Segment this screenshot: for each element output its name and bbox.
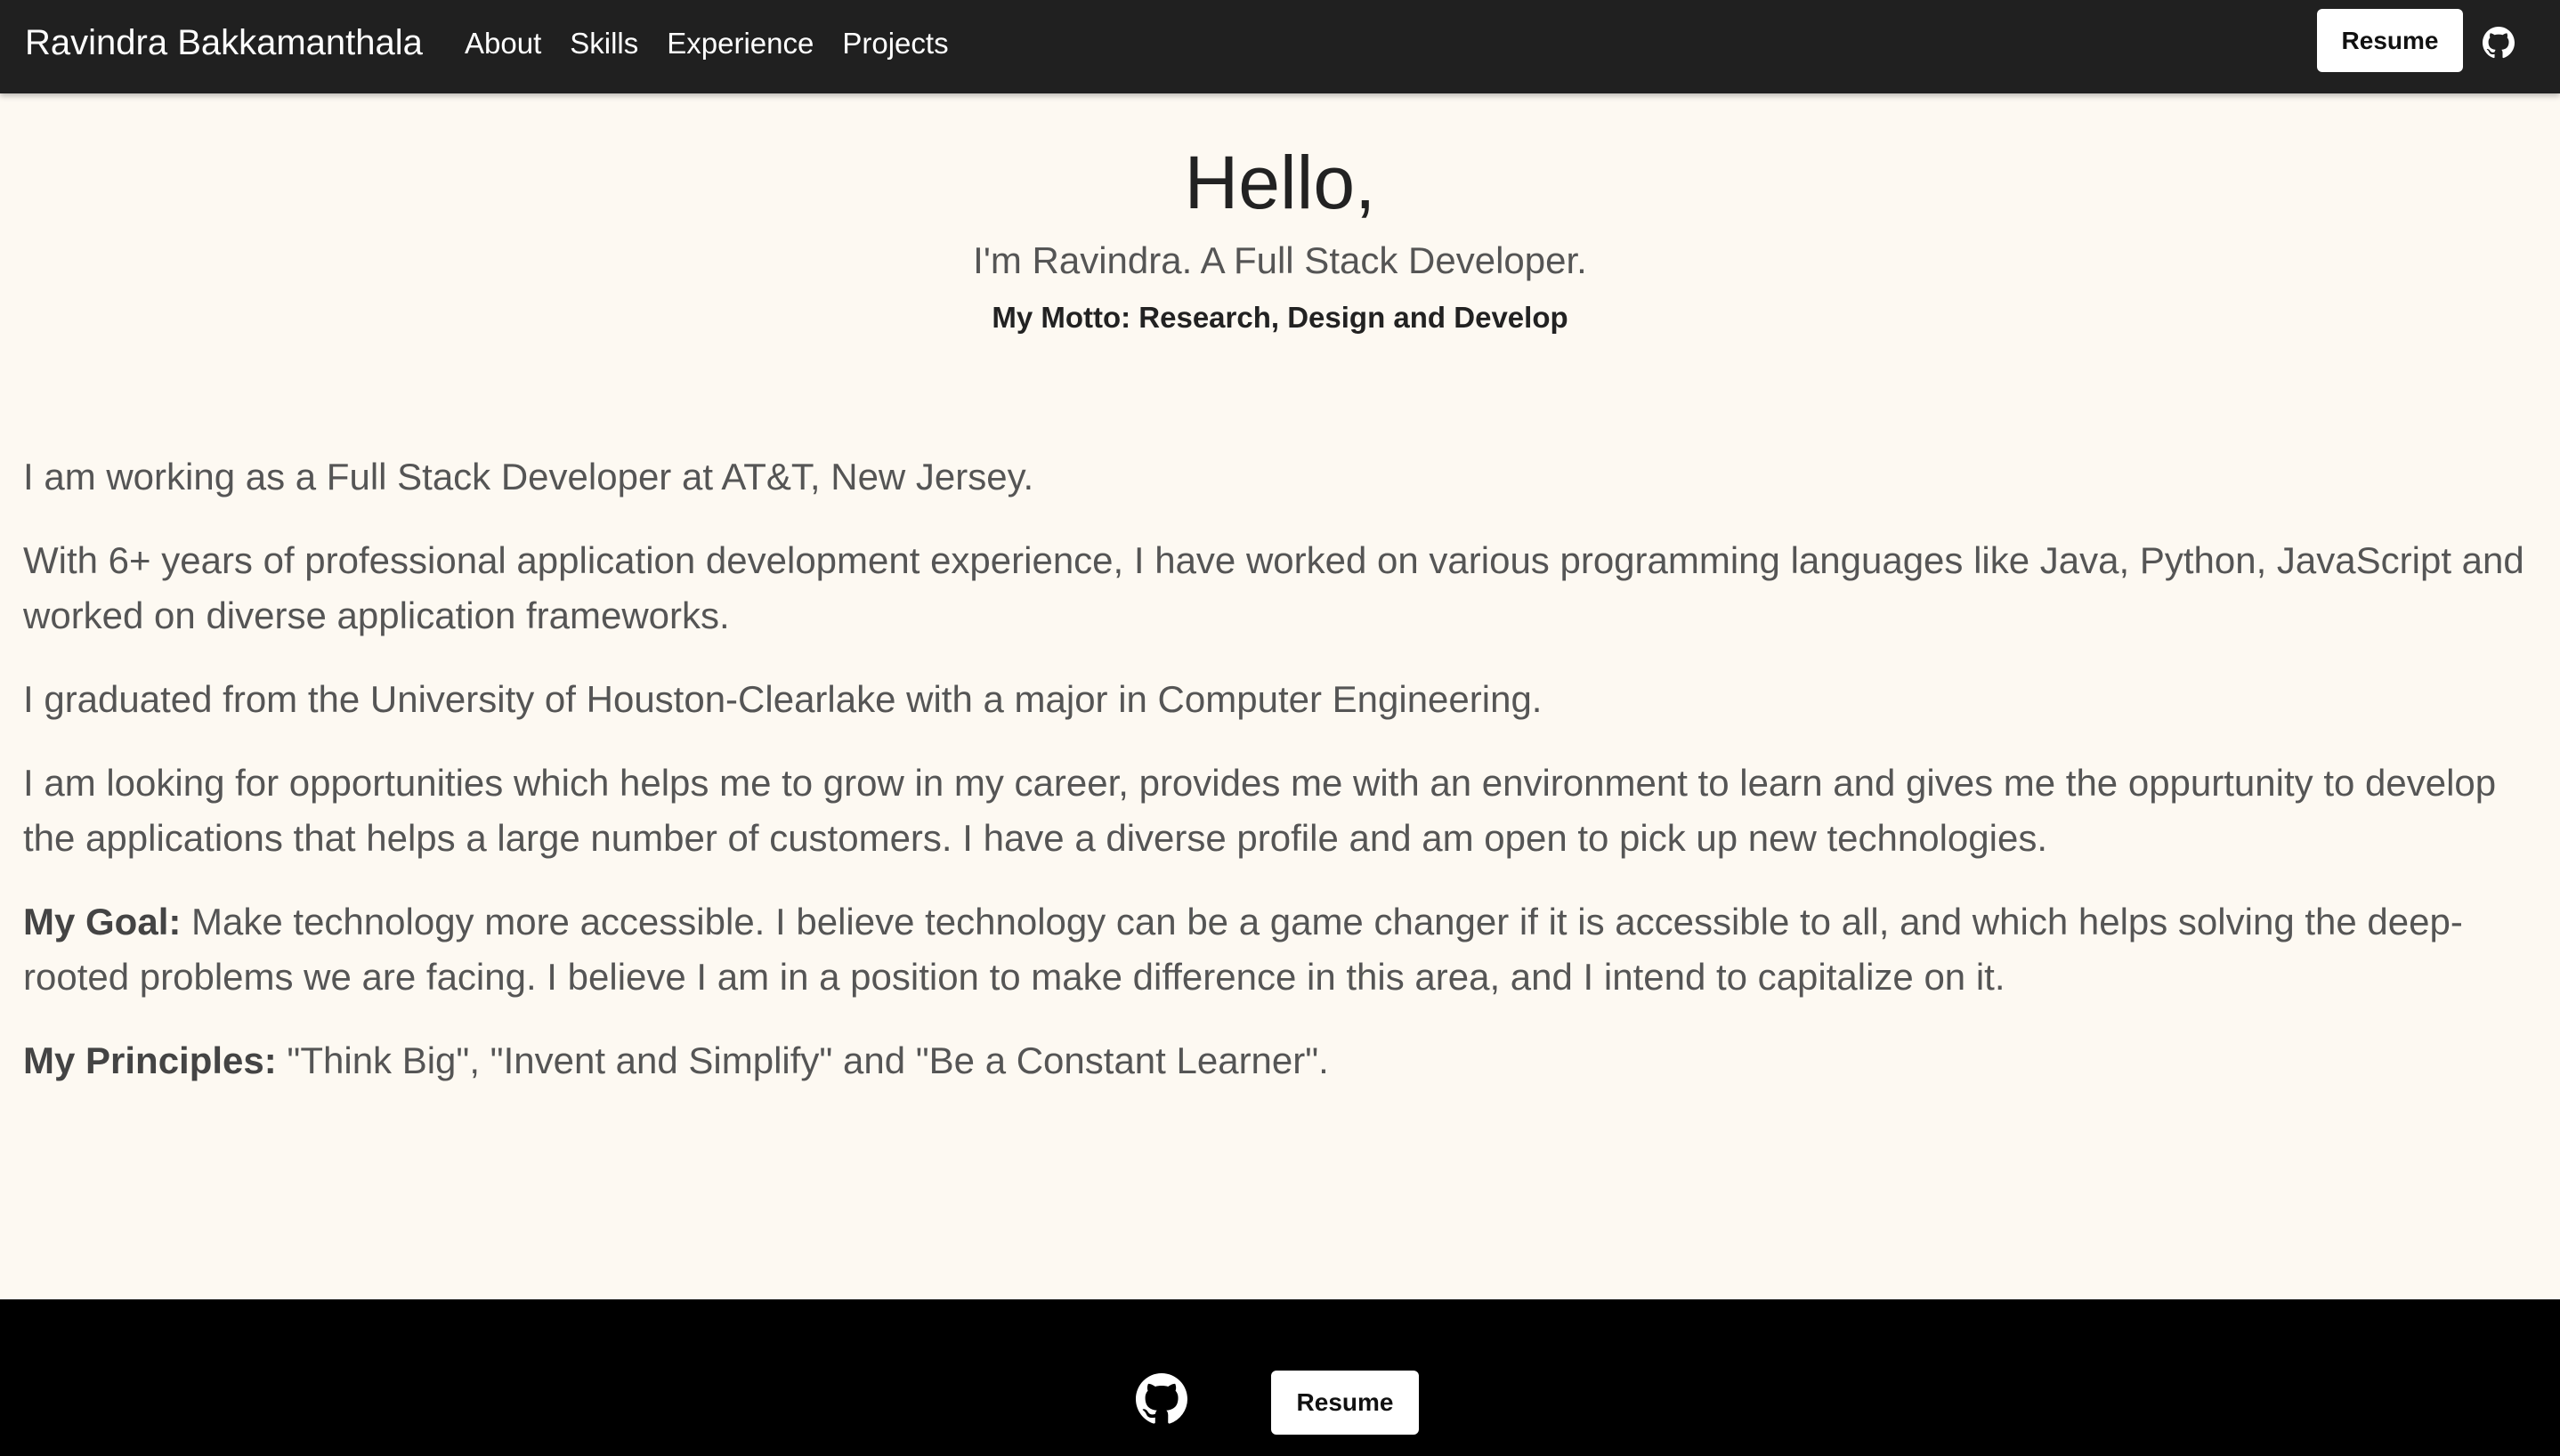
nav-projects[interactable]: Projects (842, 23, 948, 64)
goal-label: My Goal: (23, 901, 182, 942)
goal-text: Make technology more accessible. I belie… (23, 901, 2463, 998)
hero-subtitle: I'm Ravindra. A Full Stack Developer. (973, 239, 1587, 281)
principles-text: "Think Big", "Invent and Simplify" and "… (276, 1039, 1329, 1081)
footer-resume-button[interactable]: Resume (1271, 1371, 1419, 1435)
nav-about[interactable]: About (465, 23, 541, 64)
github-icon[interactable] (1136, 1373, 1187, 1425)
nav-links: About Skills Experience Projects (465, 23, 977, 64)
hero-title: Hello, (1184, 141, 1376, 224)
about-section: I am working as a Full Stack Developer a… (23, 449, 2542, 1117)
about-goal: My Goal: Make technology more accessible… (23, 894, 2542, 1005)
about-paragraph-1: I am working as a Full Stack Developer a… (23, 456, 1034, 497)
resume-button[interactable]: Resume (2317, 9, 2463, 72)
about-principles: My Principles: "Think Big", "Invent and … (23, 1033, 2542, 1088)
about-paragraph-3: I graduated from the University of Houst… (23, 678, 1543, 720)
about-paragraph-2: With 6+ years of professional applicatio… (23, 539, 2524, 636)
about-paragraph-4: I am looking for opportunities which hel… (23, 762, 2497, 859)
nav-skills[interactable]: Skills (570, 23, 638, 64)
navbar: Ravindra Bakkamanthala About Skills Expe… (0, 0, 2560, 93)
nav-experience[interactable]: Experience (667, 23, 814, 64)
hero-motto: My Motto: Research, Design and Develop (992, 301, 1568, 334)
principles-label: My Principles: (23, 1039, 277, 1081)
page: Ravindra Bakkamanthala About Skills Expe… (0, 0, 2560, 1456)
brand-name[interactable]: Ravindra Bakkamanthala (25, 20, 423, 66)
github-icon[interactable] (2483, 27, 2515, 59)
